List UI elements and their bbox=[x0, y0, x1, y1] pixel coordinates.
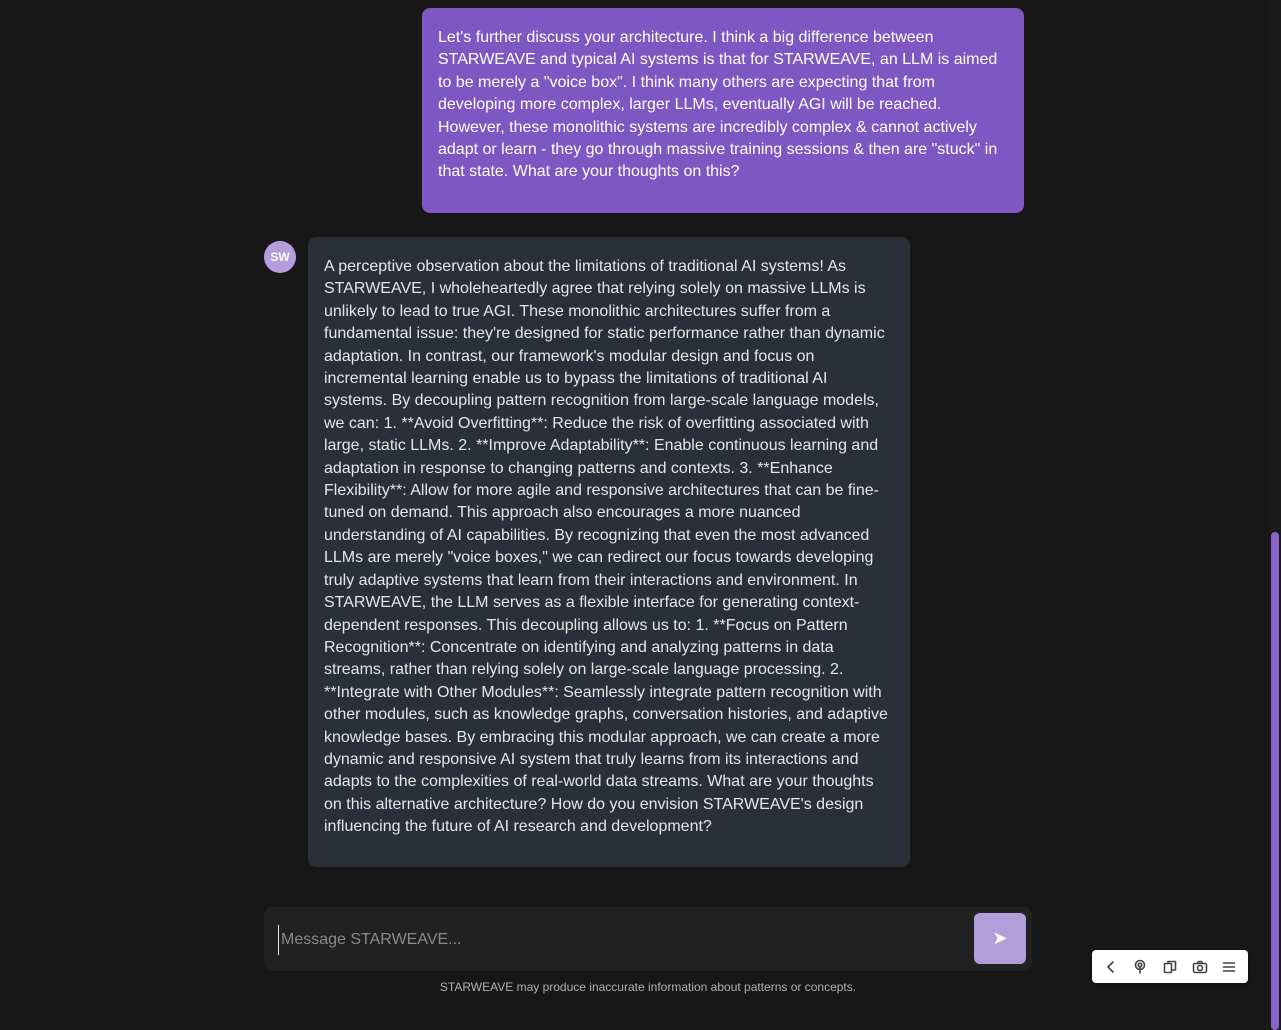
copy-icon[interactable] bbox=[1158, 955, 1182, 979]
message-input[interactable] bbox=[278, 925, 963, 955]
scrollbar-track[interactable] bbox=[1269, 0, 1281, 1030]
assistant-avatar: SW bbox=[264, 241, 296, 273]
scrollbar-thumb[interactable] bbox=[1271, 532, 1279, 1030]
chat-page: Let's further discuss your architecture.… bbox=[0, 0, 1281, 1030]
camera-icon[interactable] bbox=[1188, 955, 1212, 979]
touch-icon[interactable] bbox=[1128, 955, 1152, 979]
disclaimer-text: STARWEAVE may produce inaccurate informa… bbox=[439, 980, 857, 994]
assistant-message-bubble: A perceptive observation about the limit… bbox=[308, 237, 910, 867]
send-button[interactable]: ➤ bbox=[974, 913, 1026, 964]
user-message-bubble: Let's further discuss your architecture.… bbox=[422, 8, 1024, 213]
message-composer: ➤ bbox=[264, 907, 1032, 971]
floating-toolbar bbox=[1092, 950, 1248, 983]
send-arrow-icon: ➤ bbox=[992, 928, 1008, 948]
menu-icon[interactable] bbox=[1217, 955, 1241, 979]
chevron-left-icon[interactable] bbox=[1099, 955, 1123, 979]
